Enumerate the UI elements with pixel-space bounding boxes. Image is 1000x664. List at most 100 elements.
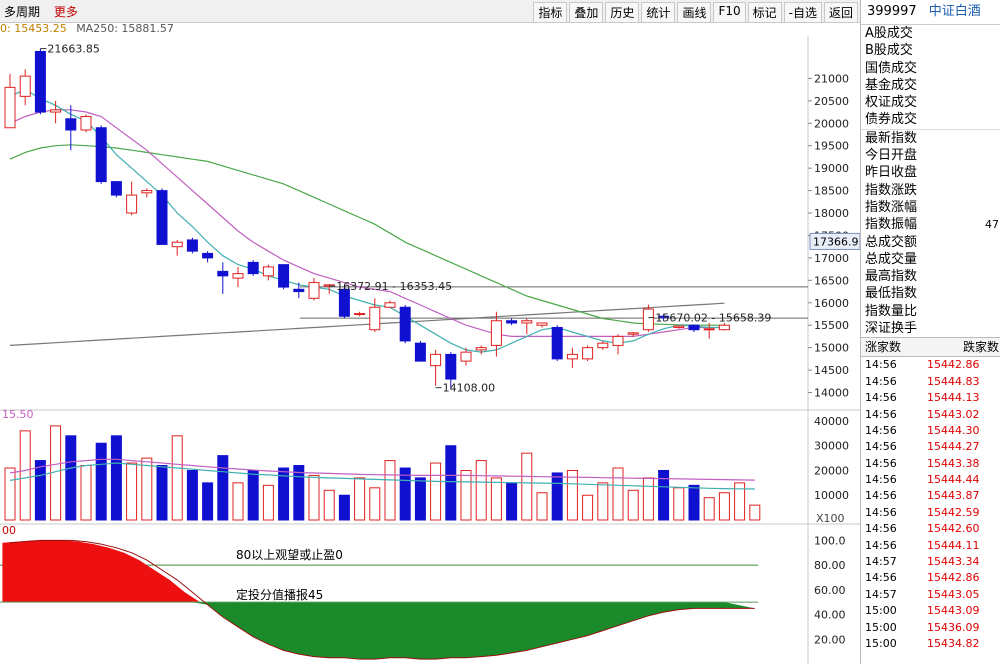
candle-body[interactable] — [4, 86, 16, 129]
f10-button[interactable]: F10 — [713, 2, 746, 23]
candle-body[interactable] — [293, 288, 305, 293]
volume-bar[interactable] — [323, 489, 335, 521]
candle-body[interactable] — [536, 322, 548, 326]
candle-body[interactable] — [369, 306, 381, 331]
candle-body[interactable] — [34, 50, 46, 113]
candle-body[interactable] — [627, 332, 639, 335]
mark-button[interactable]: 标记 — [747, 2, 782, 23]
volume-bar[interactable] — [490, 477, 502, 521]
candle-body[interactable] — [460, 351, 472, 362]
candle-body[interactable] — [338, 288, 350, 317]
multi-period-button[interactable]: 多周期 — [4, 5, 40, 19]
volume-bar[interactable] — [4, 467, 16, 521]
volume-bar[interactable] — [445, 445, 457, 521]
statistics-button[interactable]: 统计 — [641, 2, 676, 23]
volume-bar[interactable] — [141, 457, 153, 521]
volume-bar[interactable] — [551, 472, 563, 521]
candle-body[interactable] — [95, 127, 107, 183]
volume-bar[interactable] — [430, 462, 442, 521]
more-button[interactable]: 更多 — [54, 5, 78, 19]
volume-bar[interactable] — [308, 474, 320, 521]
volume-bar[interactable] — [34, 460, 46, 521]
remove-watchlist-button[interactable]: -自选 — [783, 2, 822, 23]
volume-bar[interactable] — [597, 482, 609, 521]
overlay-button[interactable]: 叠加 — [569, 2, 604, 23]
draw-line-button[interactable]: 画线 — [677, 2, 712, 23]
candle-body[interactable] — [262, 266, 274, 277]
candle-body[interactable] — [126, 194, 138, 214]
indicator-button[interactable]: 指标 — [533, 2, 568, 23]
volume-bar[interactable] — [293, 465, 305, 521]
candle-body[interactable] — [186, 239, 198, 252]
candle-body[interactable] — [141, 190, 153, 194]
candle-body[interactable] — [506, 320, 518, 324]
volume-bar[interactable] — [536, 492, 548, 521]
volume-bar[interactable] — [414, 477, 426, 521]
candle-body[interactable] — [384, 302, 396, 308]
volume-bar[interactable] — [217, 455, 229, 521]
candle-body[interactable] — [171, 241, 183, 248]
candle-body[interactable] — [354, 313, 366, 316]
candle-body[interactable] — [597, 342, 609, 349]
volume-bar[interactable] — [566, 469, 578, 521]
candle-body[interactable] — [445, 353, 457, 380]
candle-body[interactable] — [688, 324, 700, 331]
volume-bar[interactable] — [354, 477, 366, 521]
candle-body[interactable] — [430, 353, 442, 367]
candle-body[interactable] — [308, 282, 320, 299]
candle-body[interactable] — [80, 116, 92, 131]
volume-bar[interactable] — [186, 469, 198, 521]
volume-bar[interactable] — [171, 435, 183, 521]
candle-body[interactable] — [642, 308, 654, 331]
volume-bar[interactable] — [80, 465, 92, 521]
candle-body[interactable] — [110, 181, 122, 196]
volume-bar[interactable] — [688, 484, 700, 521]
volume-bar[interactable] — [475, 460, 487, 521]
volume-bar[interactable] — [521, 452, 533, 521]
volume-bar[interactable] — [506, 482, 518, 521]
volume-bar[interactable] — [612, 467, 624, 521]
kline-chart[interactable]: 1400014500150001550016000165001700017500… — [0, 36, 860, 664]
candle-body[interactable] — [566, 353, 578, 360]
candle-body[interactable] — [673, 325, 685, 328]
volume-bar[interactable] — [703, 497, 715, 521]
volume-bar[interactable] — [156, 465, 168, 521]
tick-list[interactable]: 14:56 15442.86 14:56 15444.83 14:56 15444.13 1… — [861, 357, 1000, 652]
volume-bar[interactable] — [19, 430, 31, 521]
candle-body[interactable] — [703, 328, 715, 331]
candle-body[interactable] — [475, 347, 487, 351]
candle-body[interactable] — [50, 109, 62, 113]
candle-body[interactable] — [551, 326, 563, 360]
volume-bar[interactable] — [110, 435, 122, 521]
candle-body[interactable] — [414, 342, 426, 362]
candle-body[interactable] — [217, 270, 229, 277]
volume-bar[interactable] — [338, 494, 350, 521]
volume-bar[interactable] — [262, 484, 274, 521]
candle-body[interactable] — [582, 347, 594, 360]
volume-bar[interactable] — [718, 492, 730, 521]
candle-body[interactable] — [202, 252, 214, 259]
history-button[interactable]: 历史 — [605, 2, 640, 23]
volume-bar[interactable] — [749, 504, 761, 521]
volume-bar[interactable] — [627, 489, 639, 521]
volume-bar[interactable] — [247, 469, 259, 521]
candle-body[interactable] — [490, 320, 502, 346]
candle-body[interactable] — [278, 264, 290, 288]
candle-body[interactable] — [521, 320, 533, 324]
candle-body[interactable] — [156, 190, 168, 245]
volume-bar[interactable] — [95, 442, 107, 521]
volume-bar[interactable] — [658, 469, 670, 521]
volume-bar[interactable] — [369, 487, 381, 521]
volume-bar[interactable] — [384, 460, 396, 521]
volume-bar[interactable] — [460, 469, 472, 521]
volume-bar[interactable] — [202, 482, 214, 521]
candle-body[interactable] — [718, 324, 730, 331]
candle-body[interactable] — [65, 118, 77, 131]
volume-bar[interactable] — [582, 494, 594, 521]
volume-bar[interactable] — [642, 477, 654, 521]
back-button[interactable]: 返回 — [823, 2, 858, 23]
candle-body[interactable] — [247, 261, 259, 275]
candle-body[interactable] — [19, 75, 31, 97]
volume-bar[interactable] — [673, 487, 685, 521]
volume-bar[interactable] — [126, 462, 138, 521]
